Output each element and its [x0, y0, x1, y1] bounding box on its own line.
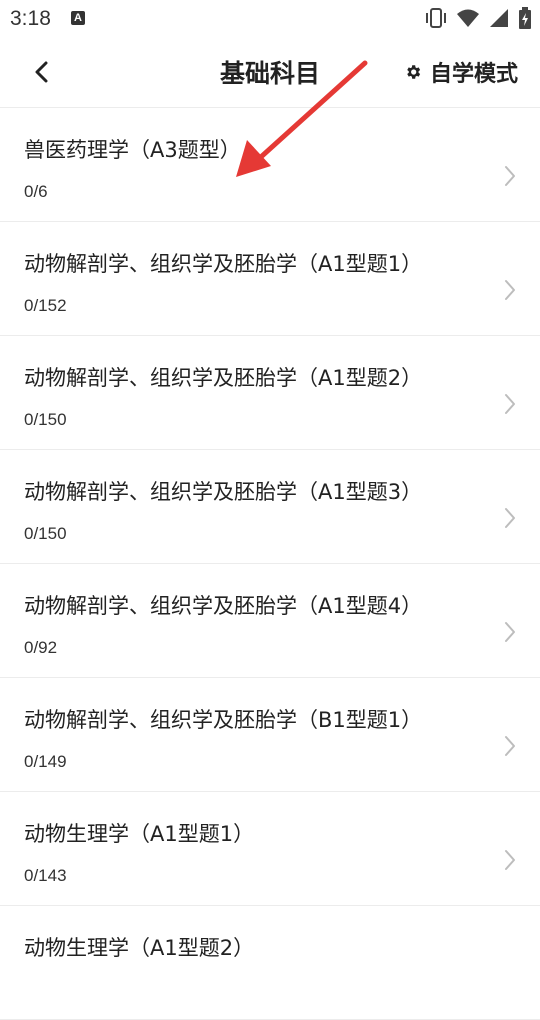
battery-icon — [519, 7, 531, 29]
app-header: 基础科目 自学模式 — [0, 36, 540, 108]
item-progress: 0/6 — [24, 182, 48, 201]
item-title: 动物解剖学、组织学及胚胎学（A1型题2） — [24, 366, 423, 390]
status-time: 3:18 — [10, 7, 51, 30]
chevron-right-icon — [505, 736, 515, 756]
subject-list: 兽医药理学（A3题型） 0/6 动物解剖学、组织学及胚胎学（A1型题1） 0/152 动… — [0, 108, 540, 1020]
self-study-mode-button[interactable]: 自学模式 — [404, 56, 518, 88]
chevron-right-icon — [505, 280, 515, 300]
list-item[interactable]: 兽医药理学（A3题型） 0/6 — [0, 108, 540, 222]
item-title: 动物解剖学、组织学及胚胎学（A1型题3） — [24, 480, 423, 504]
signal-icon — [490, 9, 508, 27]
chevron-right-icon — [505, 394, 515, 414]
gear-icon — [407, 65, 421, 79]
list-item[interactable]: 动物生理学（A1型题1） 0/143 — [0, 792, 540, 906]
list-item[interactable]: 动物解剖学、组织学及胚胎学（B1型题1） 0/149 — [0, 678, 540, 792]
item-progress: 0/150 — [24, 410, 67, 429]
item-title: 动物解剖学、组织学及胚胎学（A1型题4） — [24, 594, 423, 618]
status-bar: 3:18 A — [0, 0, 540, 36]
item-progress: 0/92 — [24, 638, 58, 657]
item-progress: 0/152 — [24, 296, 67, 315]
list-item[interactable]: 动物解剖学、组织学及胚胎学（A1型题3） 0/150 — [0, 450, 540, 564]
chevron-right-icon — [505, 508, 515, 528]
chevron-right-icon — [505, 166, 515, 186]
chevron-right-icon — [505, 622, 515, 642]
item-title: 动物生理学（A1型题1） — [24, 822, 255, 846]
item-progress: 0/150 — [24, 524, 67, 543]
back-button[interactable] — [22, 52, 62, 92]
chevron-right-icon — [505, 850, 515, 870]
list-item[interactable]: 动物生理学（A1型题2） — [0, 906, 540, 1020]
self-study-mode-label: 自学模式 — [429, 62, 518, 87]
item-progress: 0/143 — [24, 866, 67, 885]
vibrate-icon — [426, 8, 446, 28]
status-icons — [424, 7, 532, 29]
list-item[interactable]: 动物解剖学、组织学及胚胎学（A1型题4） 0/92 — [0, 564, 540, 678]
list-item[interactable]: 动物解剖学、组织学及胚胎学（A1型题2） 0/150 — [0, 336, 540, 450]
chevron-left-icon — [35, 61, 48, 83]
item-title: 兽医药理学（A3题型） — [24, 138, 241, 162]
item-title: 动物解剖学、组织学及胚胎学（B1型题1） — [24, 708, 423, 732]
item-title: 动物生理学（A1型题2） — [24, 936, 255, 960]
list-item[interactable]: 动物解剖学、组织学及胚胎学（A1型题1） 0/152 — [0, 222, 540, 336]
item-title: 动物解剖学、组织学及胚胎学（A1型题1） — [24, 252, 423, 276]
item-progress: 0/149 — [24, 752, 67, 771]
wifi-icon — [457, 9, 479, 27]
notification-a-icon: A — [71, 11, 85, 25]
